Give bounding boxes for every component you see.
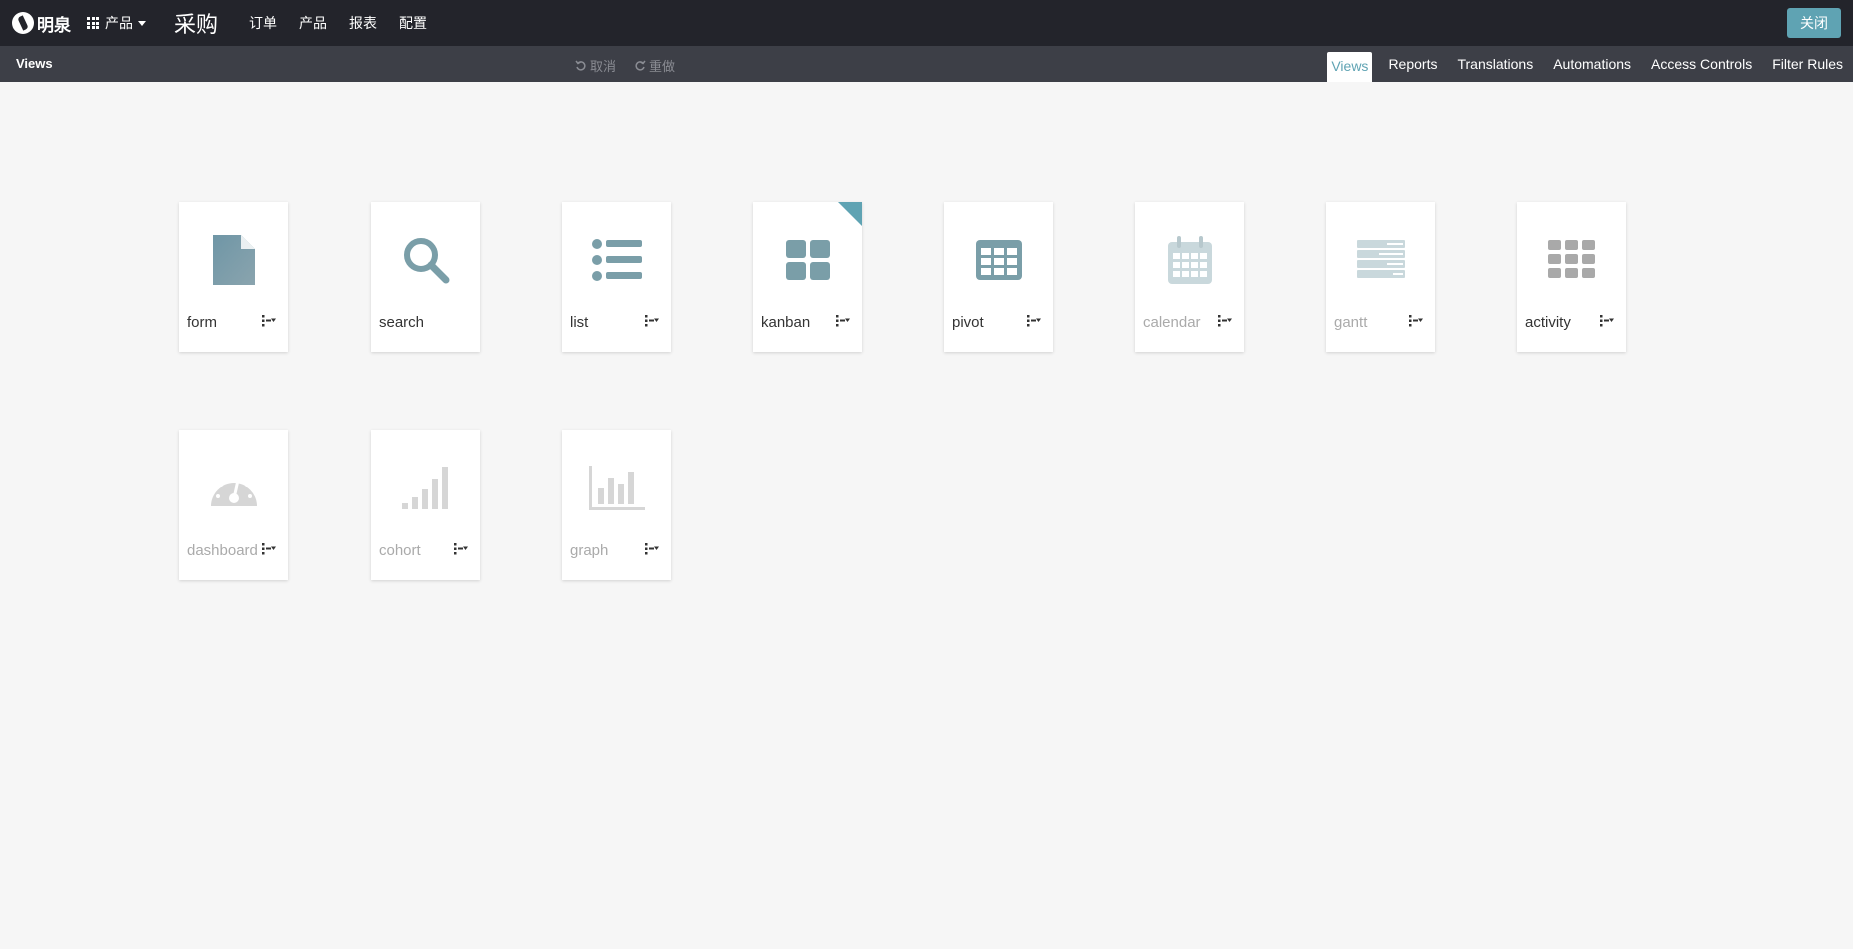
calendar-icon (1135, 232, 1244, 288)
tab-automations[interactable]: Automations (1543, 46, 1641, 82)
search-icon (371, 232, 480, 288)
view-card-cohort[interactable]: cohort (371, 430, 480, 580)
menu-item-orders[interactable]: 订单 (238, 13, 288, 33)
gauge-icon (179, 460, 288, 516)
top-navbar: 明泉 产品 采购 订单 产品 报表 配置 关闭 (0, 0, 1853, 46)
view-label: list (570, 314, 589, 331)
signal-bars-icon (371, 460, 480, 516)
view-label: activity (1525, 314, 1571, 331)
tab-access-controls[interactable]: Access Controls (1641, 46, 1762, 82)
menu-item-config[interactable]: 配置 (388, 13, 438, 33)
view-card-list[interactable]: list (562, 202, 671, 352)
view-card-gantt[interactable]: gantt (1326, 202, 1435, 352)
table-icon (944, 232, 1053, 288)
view-options-icon[interactable] (1218, 315, 1232, 327)
bar-chart-icon (562, 460, 671, 516)
redo-button[interactable]: 重做 (634, 56, 675, 75)
top-menu: 订单 产品 报表 配置 (238, 13, 438, 33)
tab-filter-rules[interactable]: Filter Rules (1762, 46, 1853, 82)
tab-reports[interactable]: Reports (1378, 46, 1447, 82)
activity-grid-icon (1517, 232, 1626, 288)
app-title: 采购 (174, 12, 219, 37)
studio-tabs: Views Reports Translations Automations A… (1327, 46, 1853, 82)
default-view-marker (838, 202, 862, 226)
view-card-kanban[interactable]: kanban (753, 202, 862, 352)
chevron-down-icon (138, 20, 146, 26)
undo-label: 取消 (590, 59, 617, 74)
tab-translations[interactable]: Translations (1447, 46, 1543, 82)
close-button[interactable]: 关闭 (1787, 8, 1841, 38)
logo-icon (12, 12, 34, 34)
apps-grid-icon (87, 17, 99, 29)
view-options-icon[interactable] (262, 315, 276, 327)
view-options-icon[interactable] (836, 315, 850, 327)
brand-logo[interactable]: 明泉 (12, 11, 71, 36)
view-card-search[interactable]: search (371, 202, 480, 352)
view-card-calendar[interactable]: calendar (1135, 202, 1244, 352)
view-label: pivot (952, 314, 984, 331)
tab-views[interactable]: Views (1327, 52, 1373, 82)
view-label: calendar (1143, 314, 1201, 331)
menu-item-reports[interactable]: 报表 (338, 13, 388, 33)
view-label: cohort (379, 542, 421, 559)
apps-menu-toggle[interactable]: 产品 (87, 13, 146, 33)
redo-icon (635, 60, 646, 71)
view-card-form[interactable]: form (179, 202, 288, 352)
apps-menu-label: 产品 (105, 15, 133, 31)
view-card-graph[interactable]: graph (562, 430, 671, 580)
view-label: form (187, 314, 217, 331)
view-label: dashboard (187, 542, 258, 559)
studio-subbar: Views 取消 重做 Views Reports Translations A… (0, 46, 1853, 82)
view-options-icon[interactable] (645, 543, 659, 555)
view-options-icon[interactable] (1027, 315, 1041, 327)
view-card-activity[interactable]: activity (1517, 202, 1626, 352)
view-options-icon[interactable] (262, 543, 276, 555)
view-label: gantt (1334, 314, 1368, 331)
view-options-icon[interactable] (645, 315, 659, 327)
view-label: graph (570, 542, 609, 559)
undo-redo-group: 取消 重做 (575, 56, 675, 75)
brand-name: 明泉 (37, 15, 71, 35)
list-icon (562, 232, 671, 288)
view-label: kanban (761, 314, 811, 331)
view-options-icon[interactable] (454, 543, 468, 555)
view-options-icon[interactable] (1409, 315, 1423, 327)
undo-icon (575, 60, 586, 71)
view-options-icon[interactable] (1600, 315, 1614, 327)
redo-label: 重做 (649, 59, 676, 74)
menu-item-products[interactable]: 产品 (288, 13, 338, 33)
gantt-icon (1326, 232, 1435, 288)
view-card-pivot[interactable]: pivot (944, 202, 1053, 352)
undo-button[interactable]: 取消 (575, 56, 616, 75)
kanban-icon (753, 232, 862, 288)
view-label: search (379, 314, 425, 331)
breadcrumb: Views (16, 56, 53, 71)
view-card-dashboard[interactable]: dashboard (179, 430, 288, 580)
file-icon (179, 232, 288, 288)
